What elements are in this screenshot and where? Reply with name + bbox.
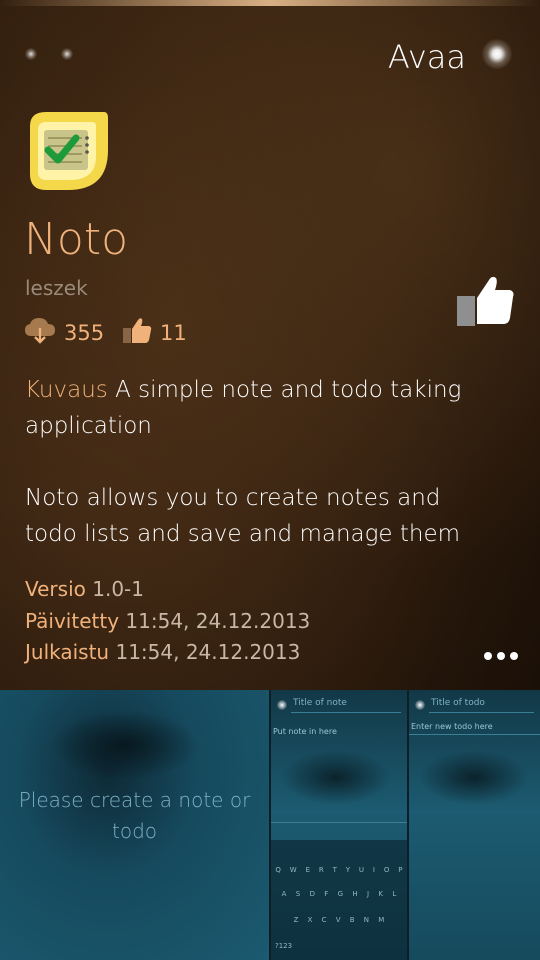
description-label: Kuvaus [25,377,108,403]
published-row: Julkaistu 11:54, 24.12.2013 [25,640,300,664]
published-value: 11:54, 24.12.2013 [115,640,301,664]
updated-label: Päivitetty [25,609,120,633]
more-button[interactable] [484,652,518,660]
app-description: Kuvaus A simple note and todo taking app… [25,372,495,552]
top-edge-glow [0,0,540,6]
keyboard-row-4: ?123 [271,942,407,950]
keyboard-row-2: ASDFGHJKL [281,890,397,898]
download-cloud-icon [24,316,56,349]
field-underline [429,712,534,713]
field-underline [291,712,401,713]
updated-value: 11:54, 24.12.2013 [125,609,311,633]
page-indicator-dot [61,48,73,60]
screenshot-2-placeholder: Put note in here [273,727,337,736]
like-button[interactable] [455,272,515,332]
ambience-shape [419,750,529,805]
app-author: leszek [25,276,88,300]
virtual-keyboard: QWERTYUIOP ASDFGHJKL ZXCVBNM ?123 [271,840,407,960]
downloads-stat: 355 [24,316,104,349]
ambience-shape [281,750,391,805]
description-text-2: Noto allows you to create notes and todo… [25,485,461,547]
keyboard-mode-key: ?123 [275,942,293,950]
screenshot-3[interactable]: Title of todo Enter new todo here [409,690,540,960]
version-row: Versio 1.0-1 [25,577,144,601]
field-underline [409,734,540,735]
downloads-count: 355 [64,320,105,345]
published-label: Julkaistu [25,640,110,664]
keyboard-row-3: ZXCVBNM [293,916,385,924]
screenshot-strip: Please create a note or todo Title of no… [0,690,540,960]
screenshot-3-title-field: Title of todo [431,698,485,708]
updated-row: Päivitetty 11:54, 24.12.2013 [25,609,310,633]
screenshot-1-message: Please create a note or todo [18,788,251,843]
screenshot-2-title-field: Title of note [293,698,347,708]
keyboard-row-1: QWERTYUIOP [275,866,403,874]
page-indicator-dot [25,48,37,60]
app-name: Noto [24,214,129,265]
ambience-shape [50,710,200,780]
open-button[interactable]: Avaa [388,38,466,76]
noto-app-icon [24,108,110,194]
more-dot-icon [497,652,505,660]
likes-stat: 11 [122,316,187,349]
screenshot-2[interactable]: Title of note Put note in here QWERTYUIO… [271,690,407,960]
pulley-indicator-icon [277,700,287,710]
screenshot-3-placeholder: Enter new todo here [411,722,493,731]
thumbs-up-icon [122,316,152,349]
more-dot-icon [510,652,518,660]
field-underline [271,822,407,823]
screenshot-1[interactable]: Please create a note or todo [0,690,269,960]
version-value: 1.0-1 [92,577,144,601]
version-label: Versio [25,577,86,601]
more-dot-icon [484,652,492,660]
likes-count: 11 [160,320,187,345]
pulley-indicator-icon [415,700,425,710]
pulley-indicator-icon [482,39,512,69]
